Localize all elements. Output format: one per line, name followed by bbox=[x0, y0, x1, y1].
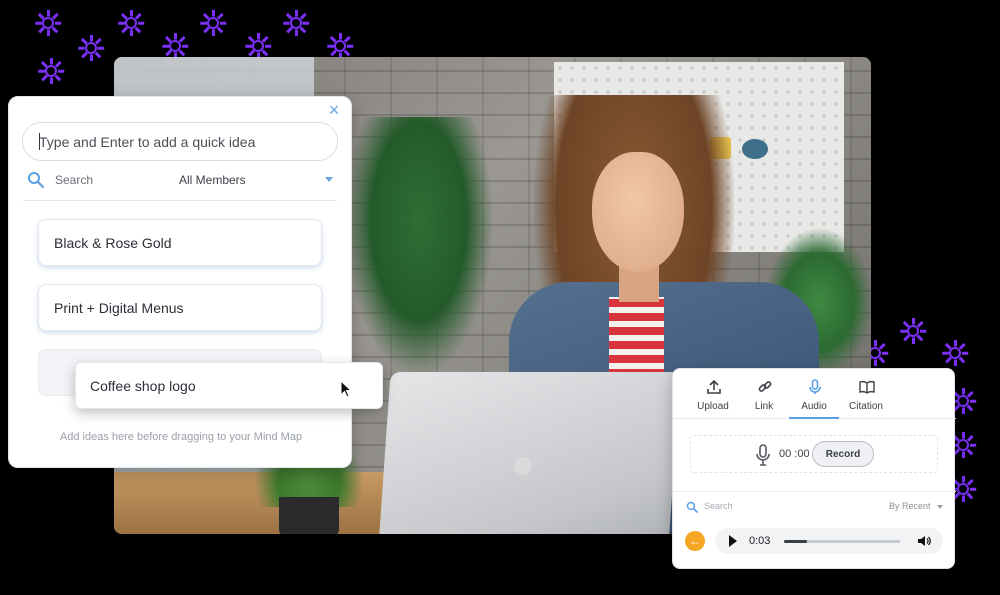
idea-card[interactable]: Black & Rose Gold bbox=[38, 219, 322, 266]
members-filter[interactable]: All Members bbox=[179, 173, 246, 187]
record-area: 00 :00 Record bbox=[690, 435, 938, 473]
divider bbox=[23, 200, 337, 201]
audio-player: 0:03 bbox=[715, 528, 943, 554]
sparkle-icon bbox=[200, 10, 227, 36]
record-button[interactable]: Record bbox=[812, 441, 874, 467]
sparkle-icon bbox=[118, 10, 145, 36]
microphone-icon bbox=[755, 444, 771, 466]
sort-select[interactable]: By Recent bbox=[889, 501, 931, 511]
media-search-input[interactable]: Search bbox=[704, 501, 733, 511]
sparkle-icon bbox=[942, 340, 969, 366]
microphone-icon bbox=[807, 379, 823, 395]
tab-citation[interactable]: Citation bbox=[841, 369, 891, 419]
upload-icon bbox=[706, 379, 722, 395]
text-caret bbox=[39, 133, 40, 150]
chevron-down-icon[interactable] bbox=[325, 177, 333, 182]
progress-fill bbox=[784, 540, 808, 543]
mouse-pointer-icon bbox=[340, 379, 353, 398]
quick-idea-input[interactable] bbox=[22, 122, 338, 161]
dragging-idea-card[interactable]: Coffee shop logo bbox=[75, 362, 383, 409]
play-icon[interactable] bbox=[729, 535, 737, 547]
sparkle-icon bbox=[327, 33, 354, 59]
search-row: Search All Members bbox=[27, 169, 333, 195]
sparkle-icon bbox=[900, 318, 927, 344]
search-icon[interactable] bbox=[686, 500, 698, 513]
ideas-panel: × Search All Members Black & Rose Gold P… bbox=[8, 96, 352, 468]
tab-label: Upload bbox=[697, 401, 729, 412]
close-icon[interactable]: × bbox=[325, 101, 343, 119]
ideas-hint: Add ideas here before dragging to your M… bbox=[59, 431, 303, 443]
search-label[interactable]: Search bbox=[55, 173, 93, 187]
tab-upload[interactable]: Upload bbox=[688, 369, 738, 419]
player-time: 0:03 bbox=[749, 535, 771, 547]
book-icon bbox=[859, 379, 875, 395]
sparkle-icon bbox=[38, 58, 65, 84]
media-panel: Upload Link Audio Citation 00 :00 Record bbox=[672, 368, 956, 569]
sparkle-icon bbox=[78, 35, 105, 61]
tab-label: Audio bbox=[801, 401, 827, 412]
tab-label: Link bbox=[754, 401, 774, 412]
progress-slider[interactable] bbox=[784, 540, 900, 543]
sparkle-icon bbox=[35, 10, 62, 36]
tab-link[interactable]: Link bbox=[739, 369, 789, 419]
sparkle-icon bbox=[283, 10, 310, 36]
sparkle-icon bbox=[162, 33, 189, 59]
divider bbox=[673, 491, 956, 492]
sparkle-icon bbox=[245, 33, 272, 59]
media-tabs: Upload Link Audio Citation bbox=[673, 369, 956, 419]
chevron-down-icon[interactable] bbox=[937, 505, 943, 509]
tab-audio[interactable]: Audio bbox=[789, 369, 839, 419]
search-icon[interactable] bbox=[27, 171, 45, 189]
link-icon bbox=[757, 379, 773, 395]
tab-label: Citation bbox=[849, 401, 883, 412]
back-arrow-button[interactable]: ← bbox=[685, 531, 705, 551]
record-timer: 00 :00 bbox=[779, 448, 810, 460]
idea-card[interactable]: Print + Digital Menus bbox=[38, 284, 322, 331]
volume-icon[interactable] bbox=[917, 534, 931, 548]
